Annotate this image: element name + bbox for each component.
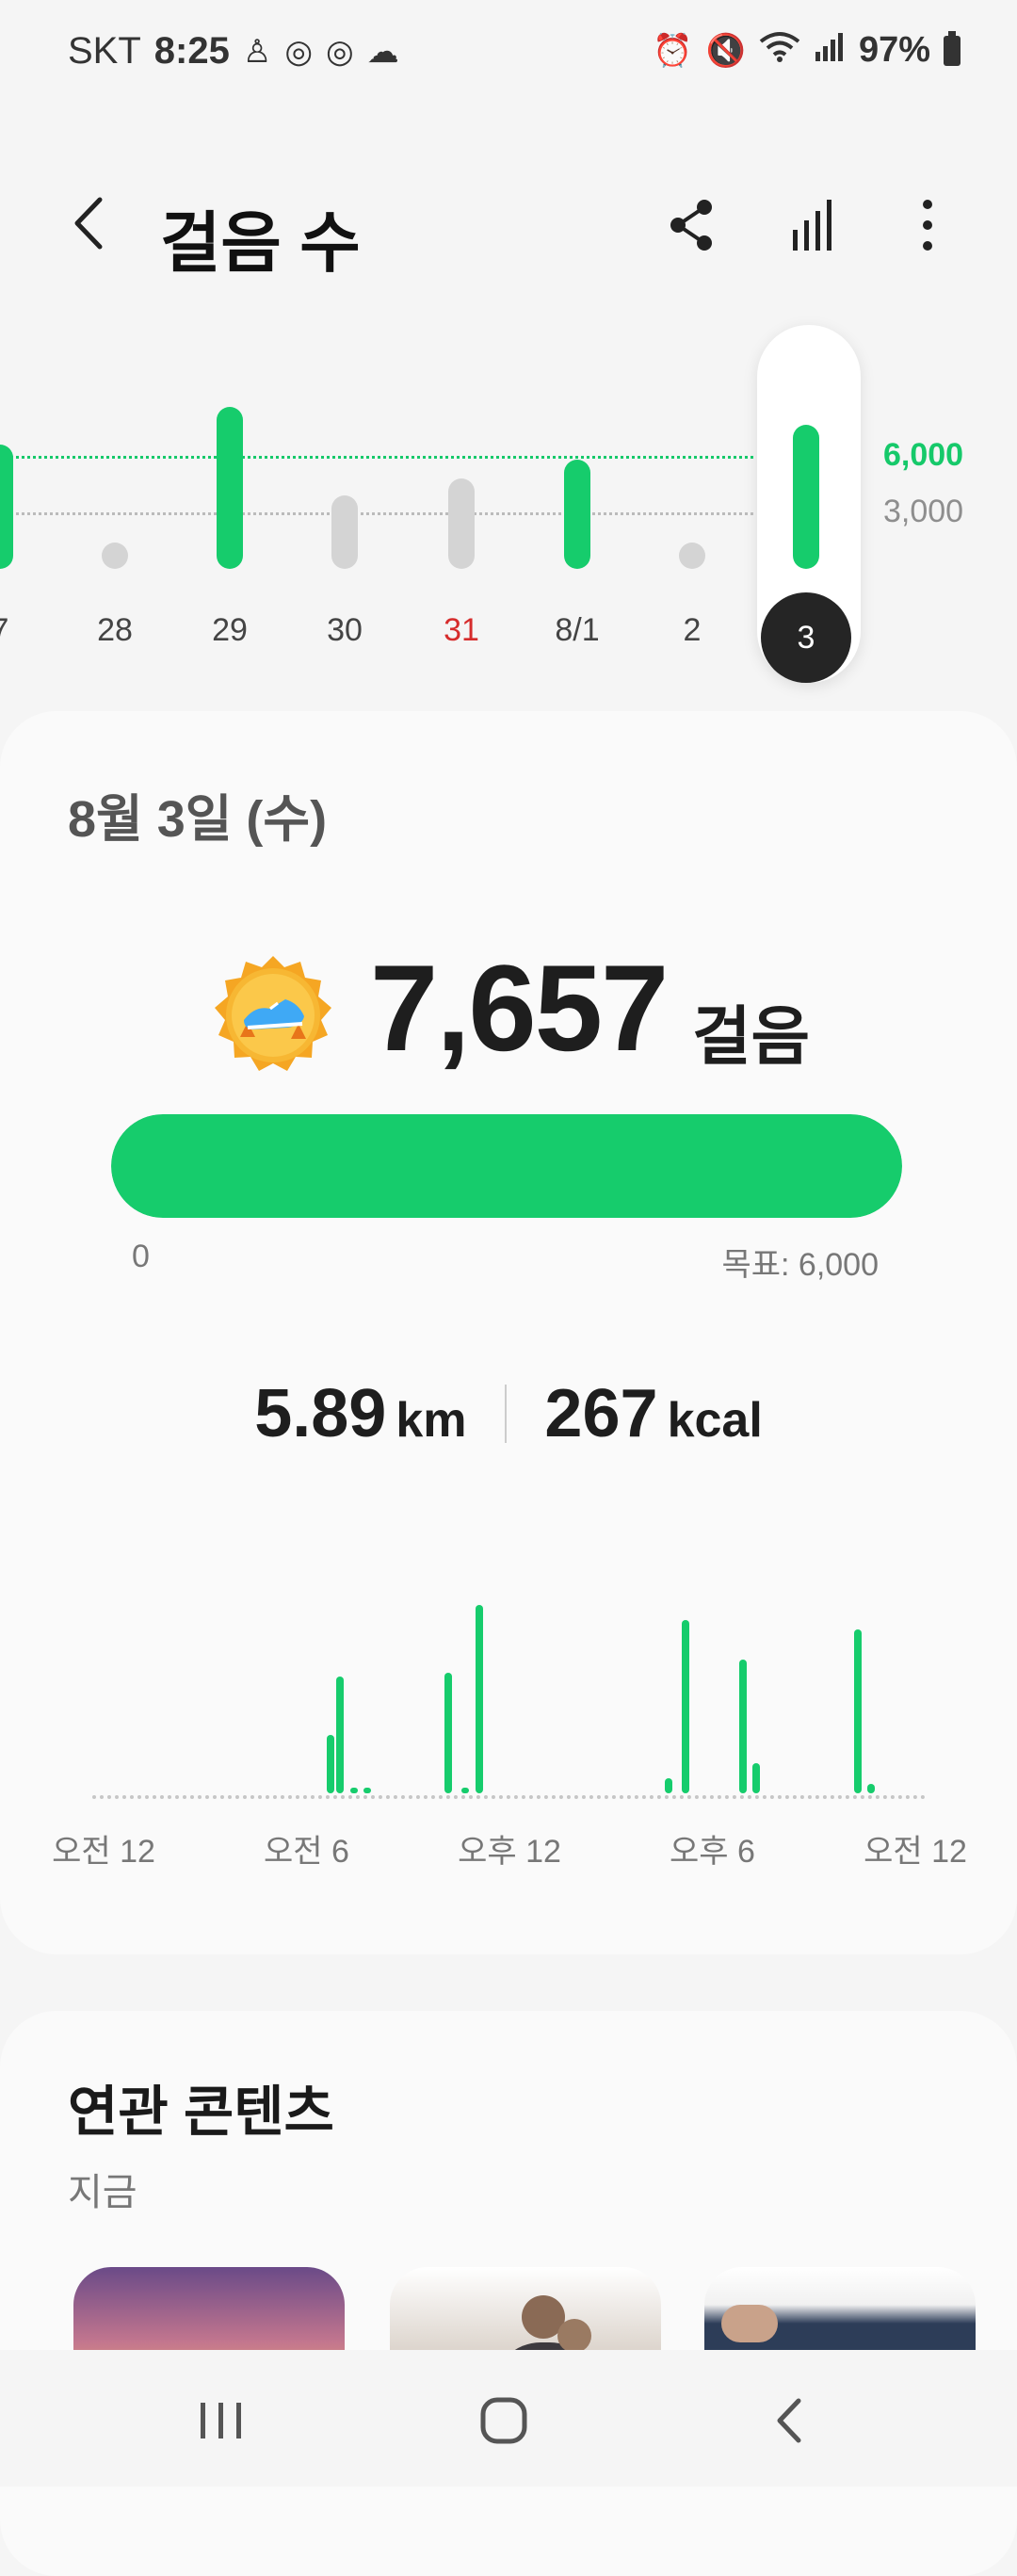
day-bar-7[interactable]: [0, 445, 13, 569]
distance-metric: 5.89 km: [254, 1375, 466, 1452]
hourly-axis-label: 오전 12: [52, 1834, 155, 1870]
progress-goal-label: 목표: 6,000: [721, 1247, 879, 1283]
day-bar-29[interactable]: [217, 407, 243, 569]
hourly-bar: [664, 1778, 672, 1793]
day-label-31[interactable]: 31: [419, 612, 504, 649]
carrier-label: SKT: [68, 30, 141, 72]
chevron-left-icon: [74, 197, 103, 250]
status-bar: SKT 8:25 ♙ ◎ ◎ ☁ ⏰ 🔇 97%: [0, 0, 1017, 113]
day-bar-8-1[interactable]: [564, 460, 590, 569]
hourly-axis-label: 오전 6: [264, 1834, 349, 1870]
alarm-icon: ⏰: [653, 32, 693, 69]
runner-2-image: [557, 2319, 591, 2353]
goal-reference-line: [0, 456, 753, 459]
hourly-bar: [326, 1735, 334, 1793]
trends-button[interactable]: [782, 192, 848, 258]
day-label-30[interactable]: 30: [302, 612, 387, 649]
progress-min-label: 0: [132, 1239, 150, 1274]
day-bar-2[interactable]: [679, 543, 705, 569]
bar-chart-icon: [793, 200, 831, 251]
battery-icon: [944, 30, 960, 66]
back-button[interactable]: [56, 190, 122, 256]
day-label-8-1[interactable]: 8/1: [535, 612, 620, 649]
steps-count: 7,657: [370, 939, 669, 1077]
distance-unit: km: [396, 1393, 467, 1448]
calories-metric: 267 kcal: [544, 1375, 762, 1452]
day-bar-28[interactable]: [102, 543, 128, 569]
status-left: SKT 8:25 ♙ ◎ ◎ ☁: [68, 30, 399, 73]
base-reference-label: 3,000: [883, 494, 964, 529]
battery-percent: 97%: [858, 30, 930, 70]
daily-steps-chart[interactable]: 6,000 3,000 7 28 29 30 31 8/1 23: [0, 320, 1017, 697]
recents-icon: [201, 2403, 241, 2438]
person-notification-icon: ♙: [242, 33, 272, 70]
daily-summary-card: 8월 3일 (수) 7,657 걸음 0 목표: 6,000 5.89 km 26…: [0, 711, 1017, 1954]
hourly-bar: [349, 1788, 358, 1793]
hourly-bar: [853, 1629, 862, 1793]
metrics-divider: [504, 1385, 507, 1443]
share-icon: [670, 200, 712, 251]
distance-value: 5.89: [254, 1376, 387, 1451]
recent-apps-button[interactable]: [184, 2388, 259, 2454]
hourly-bar: [738, 1660, 747, 1793]
signal-icon: [814, 31, 846, 70]
stretching-feet-image: [721, 2305, 778, 2342]
home-icon: [480, 2397, 527, 2444]
related-content-title: 연관 콘텐츠: [68, 2082, 334, 2143]
goal-reference-label: 6,000: [883, 437, 964, 473]
sync-notification-icon-2: ◎: [326, 33, 354, 70]
hourly-bar: [461, 1788, 470, 1793]
wifi-icon: [759, 30, 800, 71]
hourly-axis-label: 오전 12: [864, 1834, 967, 1870]
hourly-bar: [475, 1605, 483, 1793]
day-bar-3[interactable]: [793, 424, 819, 569]
status-right: ⏰ 🔇 97%: [653, 30, 960, 71]
clock: 8:25: [153, 30, 230, 72]
goal-achieved-medal-icon: [212, 954, 334, 1077]
hourly-bar: [363, 1788, 372, 1793]
metrics-row: 5.89 km 267 kcal: [0, 1375, 1017, 1452]
home-button[interactable]: [466, 2388, 541, 2454]
back-icon: [777, 2398, 801, 2443]
system-back-button[interactable]: [753, 2388, 829, 2454]
hourly-axis-label: 오후 12: [458, 1834, 561, 1870]
base-reference-line: [0, 512, 753, 515]
calories-value: 267: [544, 1376, 658, 1451]
related-content-subtitle: 지금: [68, 2172, 137, 2213]
sync-notification-icon: ◎: [284, 33, 314, 70]
selected-date: 8월 3일 (수): [68, 791, 328, 848]
hourly-bar: [752, 1763, 761, 1793]
hourly-axis-label: 오후 6: [670, 1834, 755, 1870]
app-bar: 걸음 수: [0, 170, 1017, 283]
hourly-bar: [681, 1620, 689, 1793]
page-title: 걸음 수: [160, 206, 361, 280]
goal-progress-fill: [111, 1114, 902, 1218]
day-bar-30[interactable]: [331, 495, 358, 569]
hourly-bar: [336, 1677, 345, 1793]
day-bar-31[interactable]: [448, 478, 475, 569]
related-content-card: 연관 콘텐츠 지금: [0, 2011, 1017, 2576]
day-label-2[interactable]: 2: [650, 612, 734, 649]
steps-unit: 걸음: [692, 1001, 811, 1073]
cloud-notification-icon: ☁: [366, 33, 399, 70]
hourly-steps-chart: 오전 12 오전 6 오후 12 오후 6 오전 12: [0, 1592, 1017, 1912]
share-button[interactable]: [659, 192, 725, 258]
day-label-selected[interactable]: 3: [761, 592, 851, 683]
calories-unit: kcal: [667, 1393, 763, 1448]
mute-icon: 🔇: [705, 32, 746, 69]
day-label-29[interactable]: 29: [187, 612, 272, 649]
hourly-baseline: [92, 1795, 926, 1799]
system-navigation-bar: [0, 2350, 1017, 2487]
hourly-bar: [444, 1673, 453, 1793]
day-label-7[interactable]: 7: [0, 612, 42, 649]
hourly-bar: [867, 1784, 876, 1793]
day-label-28[interactable]: 28: [73, 612, 157, 649]
more-options-button[interactable]: [895, 192, 960, 258]
goal-progress-bar: [111, 1114, 902, 1218]
more-vertical-icon: [923, 200, 932, 251]
